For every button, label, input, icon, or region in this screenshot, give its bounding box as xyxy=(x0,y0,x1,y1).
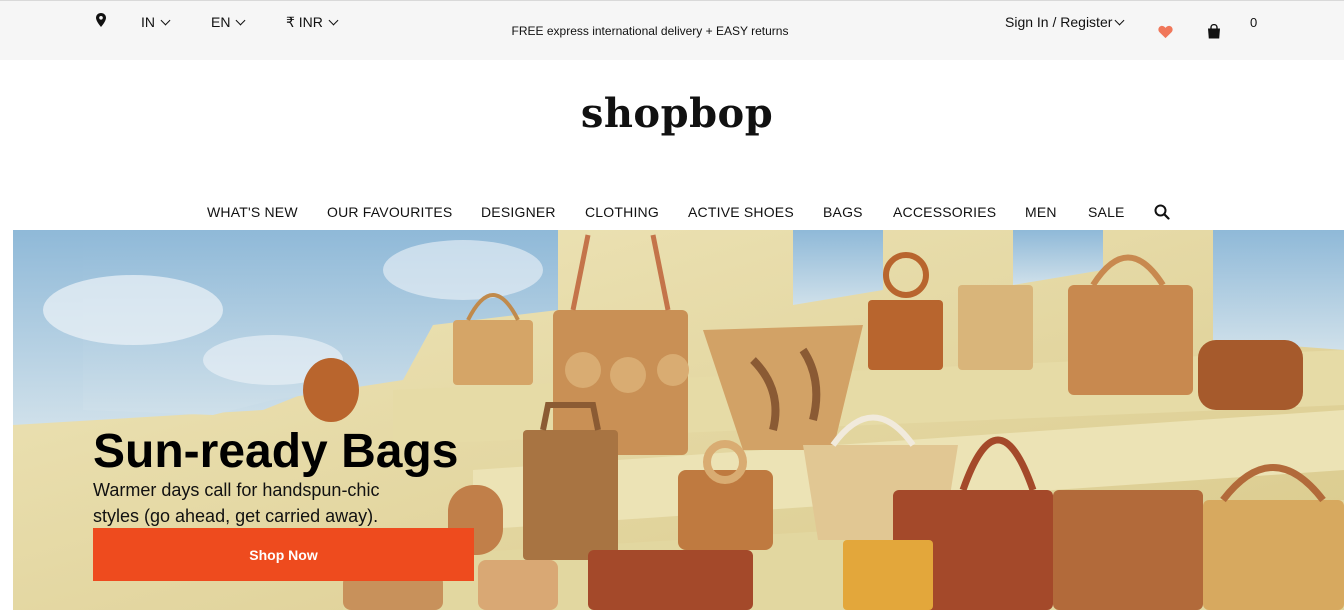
nav-item-sale[interactable]: SALE xyxy=(1088,204,1125,220)
nav-item-clothing[interactable]: CLOTHING xyxy=(585,204,659,220)
shop-now-button[interactable]: Shop Now xyxy=(93,528,474,581)
cart-count: 0 xyxy=(1250,15,1258,30)
nav-item-designer[interactable]: DESIGNER xyxy=(481,204,556,220)
hero-subtitle: Warmer days call for handspun-chic style… xyxy=(93,480,380,526)
hero-banner[interactable]: Sun-ready Bags Warmer days call for hand… xyxy=(13,230,1344,610)
top-utility-bar: IN EN ₹ INR FREE express international d… xyxy=(0,0,1344,60)
site-logo[interactable]: shopbop xyxy=(0,90,1344,137)
nav-item-active-shoes[interactable]: ACTIVE SHOES xyxy=(688,204,794,220)
nav-item-men[interactable]: MEN xyxy=(1025,204,1057,220)
heart-icon[interactable] xyxy=(1158,25,1173,39)
main-navigation: WHAT'S NEW OUR FAVOURITES DESIGNER CLOTH… xyxy=(0,204,1344,224)
sign-in-register-link[interactable]: Sign In / Register xyxy=(1005,14,1125,30)
shopping-bag-icon[interactable] xyxy=(1207,24,1221,39)
search-icon[interactable] xyxy=(1154,204,1170,220)
sign-in-label: Sign In / Register xyxy=(1005,14,1113,30)
nav-item-accessories[interactable]: ACCESSORIES xyxy=(893,204,996,220)
nav-item-bags[interactable]: BAGS xyxy=(823,204,863,220)
hero-title: Sun-ready Bags xyxy=(93,425,459,478)
nav-item-whats-new[interactable]: WHAT'S NEW xyxy=(207,204,298,220)
nav-item-our-favourites[interactable]: OUR FAVOURITES xyxy=(327,204,452,220)
chevron-down-icon xyxy=(1114,15,1125,25)
